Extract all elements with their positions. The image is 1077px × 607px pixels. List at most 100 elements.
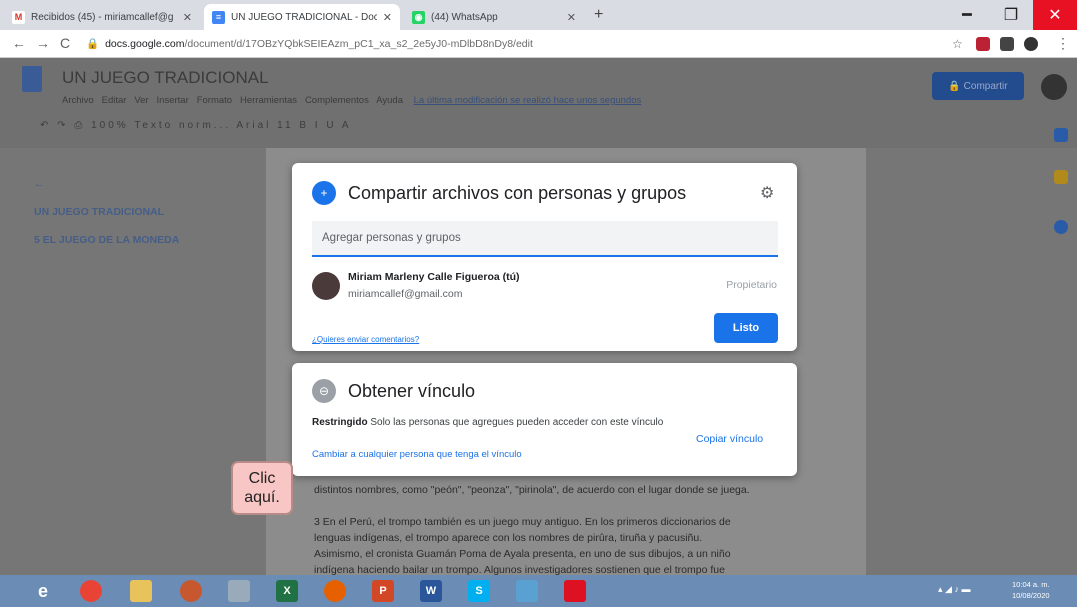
- user-email: miriamcallef@gmail.com: [348, 288, 463, 300]
- tab-docs[interactable]: ≡ UN JUEGO TRADICIONAL - Doc ✕: [204, 4, 400, 30]
- profile-avatar[interactable]: [1024, 37, 1038, 51]
- underline-icon[interactable]: U: [326, 120, 336, 131]
- app-icon[interactable]: [516, 580, 538, 602]
- minimize-button[interactable]: ━: [945, 0, 989, 30]
- last-edit-note[interactable]: La última modificación se realizó hace u…: [414, 95, 642, 106]
- get-link-dialog: ⊖ Obtener vínculo Restringido Solo las p…: [292, 363, 797, 476]
- copy-link-button[interactable]: Copiar vínculo: [696, 433, 763, 445]
- back-arrow-icon[interactable]: ←: [34, 178, 45, 190]
- lock-icon: 🔒: [948, 80, 964, 92]
- keep-icon[interactable]: [1054, 170, 1068, 184]
- user-name: Miriam Marleny Calle Figueroa (tú): [348, 271, 520, 283]
- tab-whatsapp[interactable]: ◉ (44) WhatsApp ✕: [404, 4, 584, 30]
- outline-item[interactable]: UN JUEGO TRADICIONAL: [34, 206, 164, 218]
- document-title[interactable]: UN JUEGO TRADICIONAL: [62, 68, 269, 88]
- user-avatar: [312, 272, 340, 300]
- bold-icon[interactable]: B: [299, 120, 309, 131]
- tasks-icon[interactable]: [1054, 220, 1068, 234]
- firefox-icon[interactable]: [324, 580, 346, 602]
- windows-taskbar: e X P W S ▴ ◢ ♪ ▬ 10:04 a. m. 10/08/2020: [0, 575, 1077, 607]
- address-bar: ← → C 🔒 docs.google.com/document/d/17OBzY…: [0, 30, 1077, 58]
- body-paragraph: Asimismo, el cronista Guamán Poma de Aya…: [314, 548, 731, 560]
- lock-icon: 🔒: [86, 38, 100, 50]
- outline-item[interactable]: 5 EL JUEGO DE LA MONEDA: [34, 234, 179, 246]
- docs-logo-icon[interactable]: [22, 66, 42, 92]
- menu-archivo[interactable]: Archivo: [62, 95, 94, 106]
- close-window-button[interactable]: ✕: [1033, 0, 1077, 30]
- docs-header: UN JUEGO TRADICIONAL Archivo Editar Ver …: [0, 58, 1077, 148]
- tab-title: Recibidos (45) - miriamcallef@g: [31, 11, 174, 23]
- change-access-link[interactable]: Cambiar a cualquier persona que tenga el…: [312, 449, 522, 460]
- italic-icon[interactable]: I: [315, 120, 321, 131]
- system-tray[interactable]: ▴ ◢ ♪ ▬: [938, 584, 970, 595]
- undo-icon[interactable]: ↶: [40, 120, 51, 131]
- redo-icon[interactable]: ↷: [57, 120, 68, 131]
- menu-complementos[interactable]: Complementos: [305, 95, 369, 106]
- pdf-reader-icon[interactable]: [564, 580, 586, 602]
- account-avatar[interactable]: [1041, 74, 1067, 100]
- font-select[interactable]: Arial: [236, 120, 271, 131]
- powerpoint-icon[interactable]: P: [372, 580, 394, 602]
- menu-ayuda[interactable]: Ayuda: [376, 95, 403, 106]
- body-paragraph: lenguas indígenas, el trompo aparece con…: [314, 532, 703, 544]
- word-icon[interactable]: W: [420, 580, 442, 602]
- app-icon[interactable]: [180, 580, 202, 602]
- url-field[interactable]: 🔒 docs.google.com/document/d/17OBzYQbkSEI…: [86, 37, 533, 50]
- tab-strip: M Recibidos (45) - miriamcallef@g ✕ ≡ UN…: [0, 0, 1077, 30]
- gmail-icon: M: [12, 10, 25, 24]
- new-tab-button[interactable]: +: [594, 6, 603, 24]
- ie-icon[interactable]: e: [32, 580, 54, 602]
- share-dialog-title: Compartir archivos con personas y grupos: [348, 183, 687, 203]
- body-paragraph: distintos nombres, como "peón", "peonza"…: [314, 484, 750, 496]
- callout-annotation: Clic aquí.: [231, 461, 293, 515]
- clock[interactable]: 10:04 a. m. 10/08/2020: [1012, 579, 1050, 601]
- menu-herramientas[interactable]: Herramientas: [240, 95, 297, 106]
- calendar-icon[interactable]: [1054, 128, 1068, 142]
- app-icon[interactable]: [228, 580, 250, 602]
- print-icon[interactable]: ⎙: [74, 120, 85, 131]
- skype-icon[interactable]: S: [468, 580, 490, 602]
- file-explorer-icon[interactable]: [130, 580, 152, 602]
- docs-icon: ≡: [212, 10, 225, 24]
- done-button[interactable]: Listo: [714, 313, 778, 343]
- back-icon[interactable]: ←: [12, 35, 26, 51]
- text-color-icon[interactable]: A: [342, 120, 352, 131]
- get-link-title: Obtener vínculo: [348, 381, 476, 401]
- excel-icon[interactable]: X: [276, 580, 298, 602]
- extension-icon[interactable]: [976, 37, 990, 51]
- chrome-icon[interactable]: [80, 580, 102, 602]
- menu-formato[interactable]: Formato: [197, 95, 232, 106]
- menu-editar[interactable]: Editar: [102, 95, 127, 106]
- zoom-select[interactable]: 100%: [91, 120, 129, 131]
- font-size-select[interactable]: 11: [277, 120, 293, 131]
- add-person-icon: +: [312, 181, 336, 205]
- docs-menu-bar: Archivo Editar Ver Insertar Formato Herr…: [62, 95, 641, 106]
- body-paragraph: 3 En el Perú, el trompo también es un ju…: [314, 516, 731, 528]
- share-dialog: + Compartir archivos con personas y grup…: [292, 163, 797, 351]
- close-tab-icon[interactable]: ✕: [183, 11, 192, 24]
- maximize-button[interactable]: ❐: [989, 0, 1033, 30]
- user-role: Propietario: [726, 279, 777, 291]
- settings-gear-icon[interactable]: ⚙: [760, 183, 774, 203]
- close-tab-icon[interactable]: ✕: [567, 11, 576, 24]
- close-tab-icon[interactable]: ✕: [383, 11, 392, 24]
- menu-ver[interactable]: Ver: [134, 95, 148, 106]
- tab-gmail[interactable]: M Recibidos (45) - miriamcallef@g ✕: [4, 4, 200, 30]
- tab-title: UN JUEGO TRADICIONAL - Doc: [231, 11, 377, 23]
- tab-title: (44) WhatsApp: [431, 11, 498, 23]
- extensions-puzzle-icon[interactable]: [1000, 37, 1014, 51]
- share-button[interactable]: 🔒 Compartir: [932, 72, 1024, 100]
- style-select[interactable]: Texto norm...: [134, 120, 231, 131]
- reload-icon[interactable]: C: [60, 35, 70, 51]
- menu-dots-icon[interactable]: ⋮: [1056, 35, 1070, 52]
- restricted-description: Restringido Solo las personas que agregu…: [312, 417, 664, 428]
- whatsapp-icon: ◉: [412, 10, 425, 24]
- add-people-input[interactable]: Agregar personas y grupos: [312, 221, 778, 257]
- forward-icon[interactable]: →: [36, 35, 50, 51]
- formatting-toolbar: ↶ ↷ ⎙ 100% Texto norm... Arial 11 B I U …: [40, 120, 351, 131]
- star-icon[interactable]: ☆: [952, 37, 963, 51]
- feedback-link[interactable]: ¿Quieres enviar comentarios?: [312, 335, 419, 344]
- restricted-label[interactable]: Restringido: [312, 417, 368, 428]
- link-icon: ⊖: [312, 379, 336, 403]
- menu-insertar[interactable]: Insertar: [157, 95, 189, 106]
